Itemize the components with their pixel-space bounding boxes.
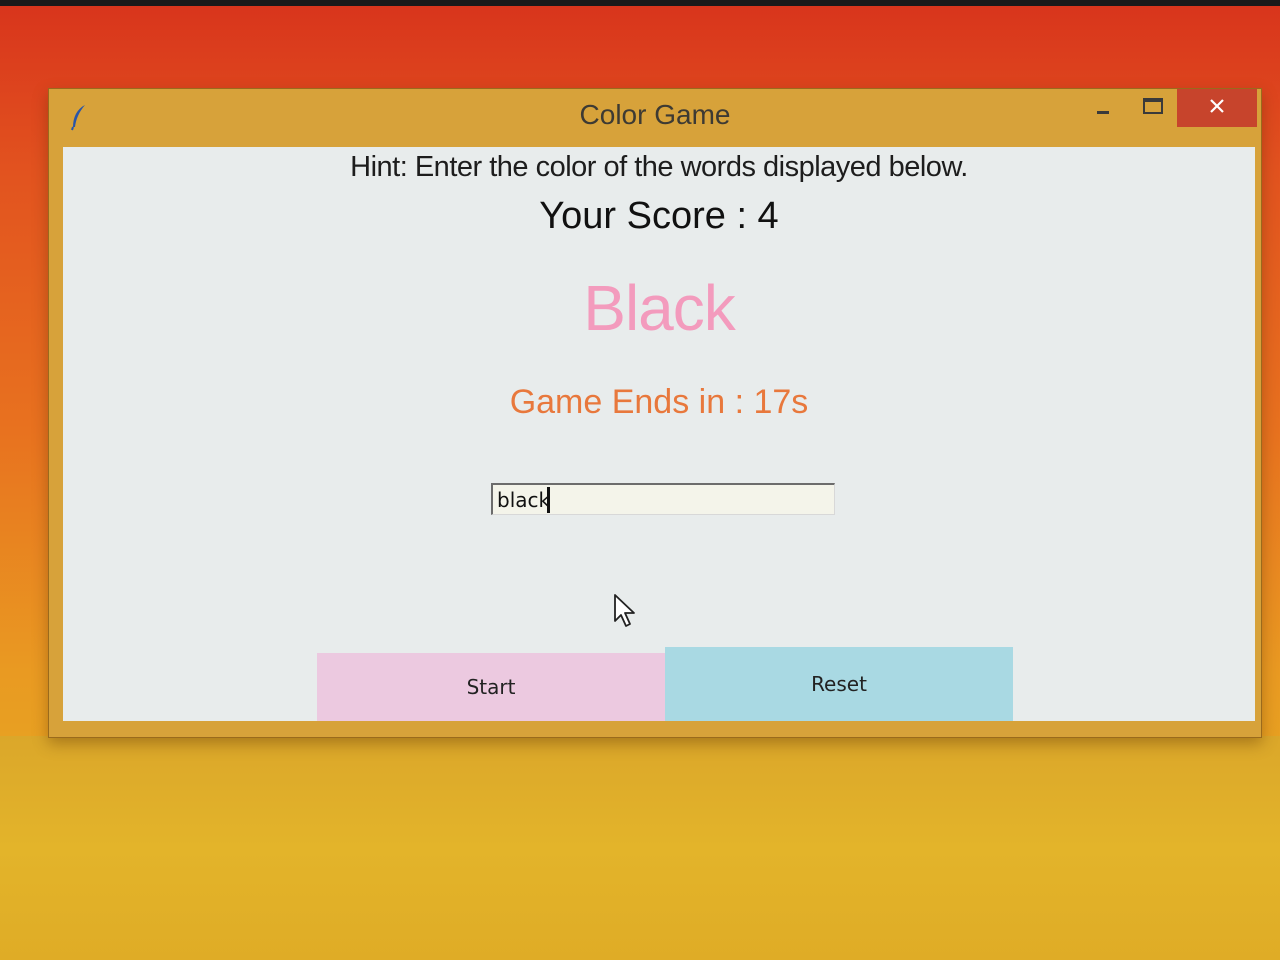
game-panel: Hint: Enter the color of the words displ… xyxy=(63,147,1255,721)
timer-label: Game Ends in : 17s xyxy=(509,383,809,421)
start-button[interactable]: Start xyxy=(317,653,665,721)
monitor-bezel xyxy=(0,0,1280,6)
color-game-window: Color Game Hint: Enter the color of the … xyxy=(48,88,1262,738)
maximize-button[interactable] xyxy=(1129,89,1177,127)
hint-label: Hint: Enter the color of the words displ… xyxy=(350,151,968,183)
color-word-label: Black xyxy=(583,272,736,344)
close-button[interactable] xyxy=(1177,89,1257,127)
score-label: Your Score : 4 xyxy=(539,195,779,237)
mouse-pointer-icon xyxy=(613,593,639,629)
title-bar[interactable]: Color Game xyxy=(49,89,1261,145)
text-caret xyxy=(547,487,550,513)
desktop-background xyxy=(0,736,1280,960)
maximize-icon xyxy=(1143,97,1163,119)
close-icon xyxy=(1208,97,1226,120)
reset-button[interactable]: Reset xyxy=(665,647,1013,721)
minimize-icon xyxy=(1095,98,1111,119)
color-answer-input[interactable] xyxy=(491,483,835,515)
minimize-button[interactable] xyxy=(1079,89,1127,127)
